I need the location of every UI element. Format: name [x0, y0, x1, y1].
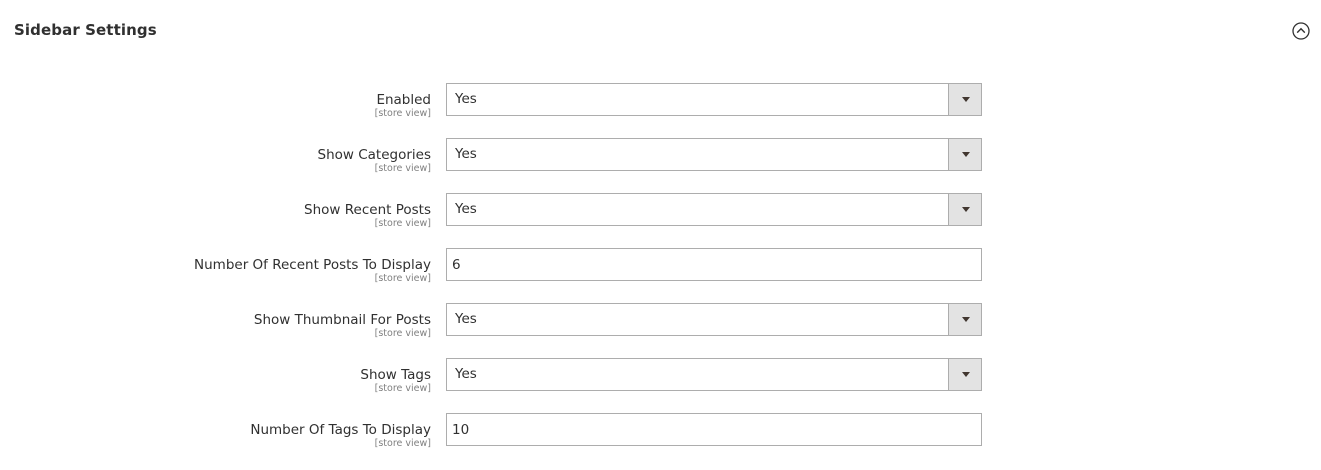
field-label-block: Show Recent Posts [store view]	[304, 193, 431, 230]
enabled-select[interactable]: Yes	[446, 83, 982, 116]
dropdown-arrow-icon[interactable]	[948, 139, 981, 170]
field-label-block: Number Of Tags To Display [store view]	[250, 413, 431, 450]
field-label-block: Show Categories [store view]	[318, 138, 431, 175]
select-value: Yes	[455, 366, 477, 382]
dropdown-arrow-icon[interactable]	[948, 84, 981, 115]
field-label: Number Of Tags To Display	[250, 422, 431, 438]
field-row-enabled: Enabled [store view] Yes	[0, 83, 1321, 138]
select-value: Yes	[455, 146, 477, 162]
section-title[interactable]: Sidebar Settings	[14, 21, 157, 39]
field-label-block: Show Thumbnail For Posts [store view]	[254, 303, 431, 340]
show-tags-select[interactable]: Yes	[446, 358, 982, 391]
field-row-show-recent-posts: Show Recent Posts [store view] Yes	[0, 193, 1321, 248]
show-recent-posts-select[interactable]: Yes	[446, 193, 982, 226]
dropdown-arrow-icon[interactable]	[948, 194, 981, 225]
chevron-up-circle-icon[interactable]	[1292, 22, 1310, 40]
field-label: Show Thumbnail For Posts	[253, 312, 431, 328]
field-label-block: Number Of Recent Posts To Display [store…	[194, 248, 431, 285]
scope-label: [store view]	[374, 108, 431, 119]
scope-label: [store view]	[374, 273, 431, 284]
field-row-tags-count: Number Of Tags To Display [store view]	[0, 413, 1321, 468]
field-row-show-categories: Show Categories [store view] Yes	[0, 138, 1321, 193]
field-label-block: Enabled [store view]	[375, 83, 431, 120]
scope-label: [store view]	[374, 163, 431, 174]
scope-label: [store view]	[374, 438, 431, 449]
select-value: Yes	[455, 91, 477, 107]
field-row-show-tags: Show Tags [store view] Yes	[0, 358, 1321, 413]
dropdown-arrow-icon[interactable]	[948, 304, 981, 335]
recent-posts-count-input[interactable]	[446, 248, 982, 281]
field-row-recent-posts-count: Number Of Recent Posts To Display [store…	[0, 248, 1321, 303]
scope-label: [store view]	[374, 328, 431, 339]
select-value: Yes	[455, 311, 477, 327]
tags-count-input[interactable]	[446, 413, 982, 446]
field-label-block: Show Tags [store view]	[360, 358, 431, 395]
show-categories-select[interactable]: Yes	[446, 138, 982, 171]
field-row-show-thumbnail: Show Thumbnail For Posts [store view] Ye…	[0, 303, 1321, 358]
show-thumbnail-select[interactable]: Yes	[446, 303, 982, 336]
dropdown-arrow-icon[interactable]	[948, 359, 981, 390]
scope-label: [store view]	[374, 218, 431, 229]
section-header[interactable]: Sidebar Settings	[0, 0, 1321, 62]
field-label: Show Recent Posts	[304, 202, 431, 218]
field-label: Show Tags	[360, 367, 431, 383]
field-label: Enabled	[376, 92, 431, 108]
scope-label: [store view]	[374, 383, 431, 394]
field-label: Show Categories	[317, 147, 431, 163]
select-value: Yes	[455, 201, 477, 217]
field-label: Number Of Recent Posts To Display	[194, 257, 431, 273]
